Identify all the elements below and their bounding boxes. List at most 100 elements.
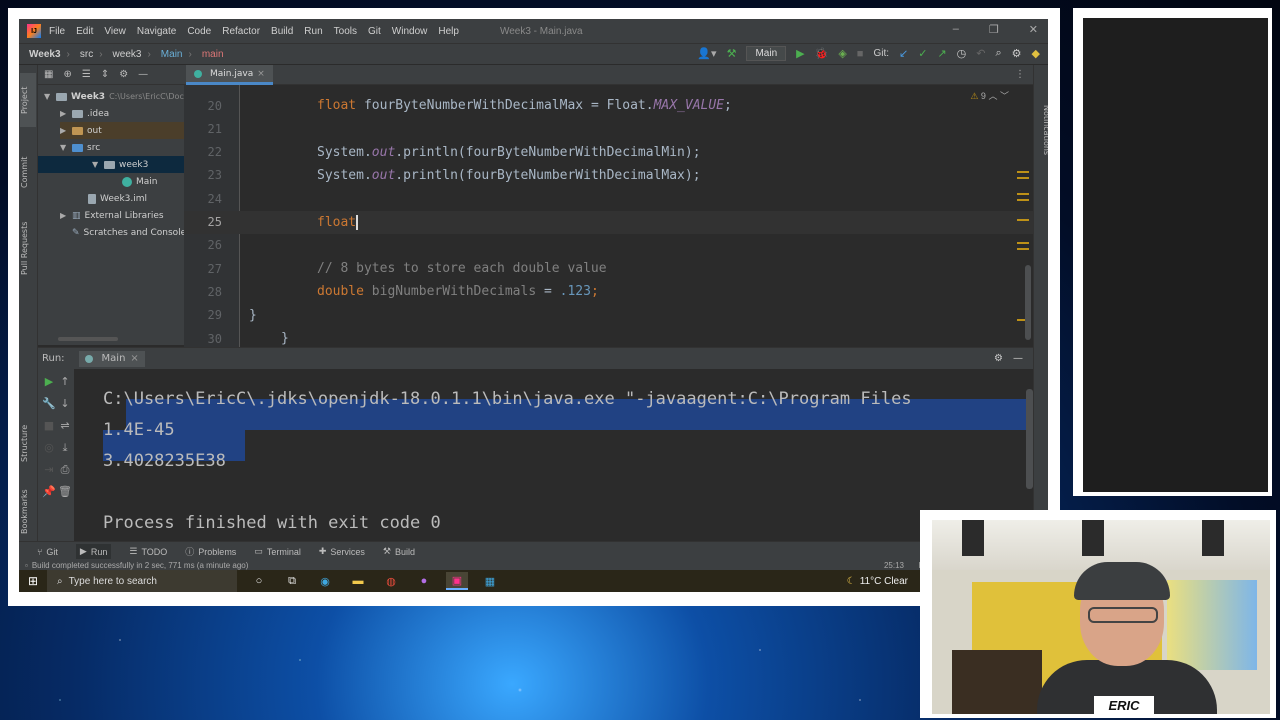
run-tab-main[interactable]: Main × <box>78 350 145 367</box>
toolwin-problems[interactable]: ⓘ Problems <box>185 545 236 558</box>
toolwin-todo[interactable]: ☰ TODO <box>129 546 167 557</box>
toolwin-terminal[interactable]: ▭ Terminal <box>254 546 301 557</box>
history-icon[interactable]: ◷ <box>957 47 967 60</box>
expand-icon[interactable]: ⇕ <box>101 69 109 80</box>
collapse-icon[interactable]: ☰ <box>82 69 91 80</box>
print-icon[interactable]: ⎙ <box>54 463 76 477</box>
code-line[interactable]: 23 System.out.println(fourByteNumberWithD… <box>184 164 1033 187</box>
ide-features-icon[interactable]: ◆ <box>1032 47 1040 60</box>
locate-icon[interactable]: ⊕ <box>63 69 71 80</box>
gear-icon[interactable]: ⚙ <box>994 353 1003 364</box>
code-line[interactable]: 25 float <box>184 210 1033 234</box>
hide-icon[interactable]: — <box>1013 353 1023 364</box>
code-line[interactable]: 28 double bigNumberWithDecimals = .123; <box>184 280 1033 303</box>
coverage-icon[interactable]: ◈ <box>838 47 846 60</box>
code-line[interactable]: 21 <box>184 117 1033 140</box>
code-line[interactable]: 22 System.out.println(fourByteNumberWithD… <box>184 141 1033 164</box>
editor-scrollbar[interactable] <box>1025 265 1031 340</box>
tab-notifications[interactable]: Notifications <box>1035 95 1048 165</box>
gear-icon[interactable]: ⚙ <box>1012 47 1022 60</box>
code-line[interactable]: 24 <box>184 187 1033 210</box>
git-update-icon[interactable]: ↙ <box>899 47 908 60</box>
tab-pull-requests[interactable]: Pull Requests <box>20 213 36 283</box>
code-line[interactable]: 26 <box>184 234 1033 257</box>
menu-edit[interactable]: Edit <box>76 26 93 37</box>
error-stripe-mark[interactable] <box>1017 242 1029 244</box>
intellij-taskbar-icon[interactable]: ▣ <box>446 572 468 590</box>
status-message[interactable]: Build completed successfully in 2 sec, 7… <box>32 561 249 570</box>
menu-build[interactable]: Build <box>271 26 293 37</box>
error-stripe-mark[interactable] <box>1017 177 1029 179</box>
breadcrumb-package[interactable]: week3 <box>113 49 142 60</box>
rollback-icon[interactable]: ↶ <box>976 47 985 60</box>
git-commit-icon[interactable]: ✓ <box>918 47 927 60</box>
breadcrumb-class[interactable]: Main <box>161 49 183 60</box>
maximize-icon[interactable]: ❐ <box>989 23 999 36</box>
arrow-up-icon[interactable]: ↑ <box>54 375 76 388</box>
breadcrumb-src[interactable]: src <box>80 49 93 60</box>
error-stripe-mark[interactable] <box>1017 248 1029 250</box>
debug-icon[interactable]: 🐞 <box>815 47 829 60</box>
code-line[interactable]: 20 float fourByteNumberWithDecimalMax = F… <box>184 94 1033 117</box>
code-editor[interactable]: 20 float fourByteNumberWithDecimalMax = F… <box>184 85 1033 347</box>
edge-icon[interactable]: ◉ <box>314 572 336 590</box>
tree-item-idea[interactable]: ▶ .idea <box>60 105 109 122</box>
windows-start-icon[interactable]: ⊞ <box>19 570 47 592</box>
scroll-end-icon[interactable]: ⤓ <box>54 441 76 455</box>
error-stripe-mark[interactable] <box>1017 193 1029 195</box>
soft-wrap-icon[interactable]: ⇌ <box>54 419 76 432</box>
run-icon[interactable]: ▶ <box>796 47 804 60</box>
menu-view[interactable]: View <box>104 26 126 37</box>
user-icon[interactable]: 👤▾ <box>697 47 716 60</box>
code-line[interactable]: 27 // 8 bytes to store each double value <box>184 257 1033 280</box>
search-icon[interactable]: ⌕ <box>995 47 1001 60</box>
toolwin-git[interactable]: ⑂ Git <box>37 547 58 557</box>
menu-navigate[interactable]: Navigate <box>137 26 176 37</box>
calculator-icon[interactable]: ▦ <box>479 572 501 590</box>
menu-code[interactable]: Code <box>187 26 211 37</box>
tab-structure[interactable]: Structure <box>20 417 36 469</box>
tree-item-src[interactable]: ▼ src <box>60 139 100 156</box>
breadcrumb-project[interactable]: Week3 <box>29 49 61 60</box>
tree-item-week3-package[interactable]: ▼ week3 <box>38 156 184 173</box>
stop-icon[interactable]: ■ <box>857 48 864 60</box>
task-view-icon[interactable]: ⧉ <box>281 572 303 590</box>
tree-item-out[interactable]: ▶ out <box>60 122 184 139</box>
menu-file[interactable]: File <box>49 26 65 37</box>
taskbar-search[interactable]: ⌕ Type here to search <box>47 570 237 592</box>
menu-help[interactable]: Help <box>438 26 459 37</box>
menu-window[interactable]: Window <box>392 26 428 37</box>
hide-icon[interactable]: — <box>138 69 148 80</box>
code-line[interactable]: 29} <box>184 304 1033 327</box>
more-icon[interactable]: ⋮ <box>1015 69 1025 80</box>
weather-widget[interactable]: ☾ 11°C Clear <box>847 576 908 587</box>
toolwin-build[interactable]: ⚒ Build <box>383 546 415 557</box>
close-icon[interactable]: ✕ <box>1029 23 1038 36</box>
tree-item-scratches[interactable]: ✎ Scratches and Consoles <box>72 224 191 241</box>
caret-position[interactable]: 25:13 <box>884 561 904 570</box>
console-scrollbar[interactable] <box>1026 389 1033 489</box>
run-console[interactable]: C:\Users\EricC\.jdks\openjdk-18.0.1.1\bi… <box>74 369 1033 541</box>
toolwin-run[interactable]: ▶ Run <box>75 544 112 559</box>
breadcrumb-method[interactable]: main <box>202 49 224 60</box>
git-push-icon[interactable]: ↗ <box>937 47 946 60</box>
inspection-widget[interactable]: ⚠ 9 ︿ ﹀ <box>970 89 1009 102</box>
arrow-down-icon[interactable]: ↓ <box>54 397 76 410</box>
error-stripe-mark[interactable] <box>1017 219 1029 221</box>
close-tab-icon[interactable]: × <box>130 353 138 364</box>
error-stripe-mark[interactable] <box>1017 199 1029 201</box>
chrome-icon[interactable]: ◍ <box>380 572 402 590</box>
close-tab-icon[interactable]: × <box>257 69 265 79</box>
tab-main-java[interactable]: Main.java × <box>186 65 273 85</box>
menu-tools[interactable]: Tools <box>334 26 357 37</box>
run-config-select[interactable]: Main <box>746 46 787 61</box>
tab-bookmarks[interactable]: Bookmarks <box>20 485 36 539</box>
menu-git[interactable]: Git <box>368 26 381 37</box>
github-icon[interactable]: ● <box>413 572 435 590</box>
tree-item-iml[interactable]: Week3.iml <box>88 190 147 207</box>
project-scrollbar[interactable] <box>58 337 118 341</box>
minimize-icon[interactable]: – <box>953 23 959 36</box>
menu-refactor[interactable]: Refactor <box>222 26 260 37</box>
chevron-up-icon[interactable]: ︿ <box>988 91 997 101</box>
tab-commit[interactable]: Commit <box>20 149 36 195</box>
